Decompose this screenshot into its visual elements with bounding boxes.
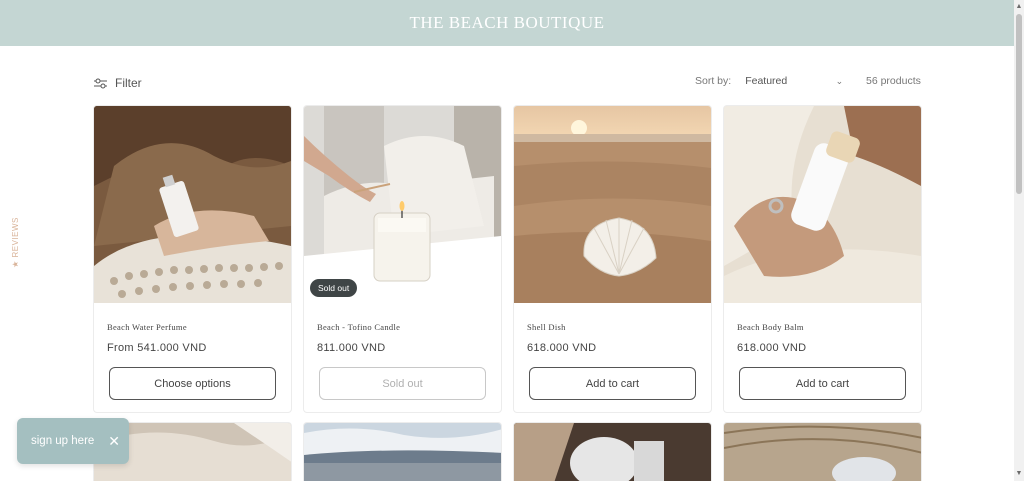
product-price: 618.000 VND: [527, 342, 597, 354]
product-name[interactable]: Shell Dish: [527, 322, 566, 332]
product-image-partial[interactable]: [514, 423, 712, 481]
choose-options-button[interactable]: Choose options: [109, 367, 276, 400]
product-card-partial[interactable]: [513, 422, 712, 481]
page-scrollbar[interactable]: ▲ ▼: [1014, 0, 1024, 481]
scroll-up-arrow-icon[interactable]: ▲: [1014, 2, 1024, 12]
product-card[interactable]: Sold out Beach - Tofino Candle 811.000 V…: [303, 105, 502, 413]
product-card-partial[interactable]: [723, 422, 922, 481]
add-to-cart-button[interactable]: Add to cart: [529, 367, 696, 400]
product-card[interactable]: Beach Body Balm 618.000 VND Add to cart: [723, 105, 922, 413]
add-to-cart-button[interactable]: Add to cart: [739, 367, 906, 400]
product-count: 56 products: [866, 75, 921, 87]
product-image-perfume[interactable]: [94, 106, 291, 303]
close-icon[interactable]: ✕: [108, 434, 120, 448]
sort-control: Sort by: Featured ⌄: [695, 75, 843, 87]
product-card[interactable]: Shell Dish 618.000 VND Add to cart: [513, 105, 712, 413]
sort-value: Featured: [745, 75, 788, 87]
product-card[interactable]: Beach Water Perfume From 541.000 VND Cho…: [93, 105, 292, 413]
product-image-shell-dish[interactable]: [514, 106, 711, 303]
filter-label: Filter: [115, 76, 142, 90]
product-name[interactable]: Beach Body Balm: [737, 322, 804, 332]
product-image-partial[interactable]: [304, 423, 502, 481]
store-title[interactable]: THE BEACH BOUTIQUE: [409, 13, 604, 33]
signup-popup-button[interactable]: sign up here ✕: [17, 418, 129, 464]
product-price: From 541.000 VND: [107, 342, 207, 354]
product-name[interactable]: Beach - Tofino Candle: [317, 322, 400, 332]
product-image-partial[interactable]: [724, 423, 922, 481]
reviews-tab-label: ★ REVIEWS: [10, 216, 20, 268]
product-name[interactable]: Beach Water Perfume: [107, 322, 187, 332]
sliders-icon: [94, 78, 107, 88]
sold-out-badge: Sold out: [310, 279, 358, 297]
filter-button[interactable]: Filter: [94, 76, 142, 90]
sort-label: Sort by:: [695, 75, 732, 87]
reviews-side-tab[interactable]: ★ REVIEWS: [5, 212, 25, 272]
product-image-candle[interactable]: [304, 106, 501, 303]
product-price: 618.000 VND: [737, 342, 807, 354]
product-card-partial[interactable]: [303, 422, 502, 481]
signup-label[interactable]: sign up here: [31, 435, 94, 447]
chevron-down-icon: ⌄: [835, 75, 844, 86]
scroll-down-arrow-icon[interactable]: ▼: [1014, 469, 1024, 479]
sort-select[interactable]: Featured ⌄: [745, 75, 843, 87]
store-header: THE BEACH BOUTIQUE: [0, 0, 1014, 46]
product-price: 811.000 VND: [317, 342, 386, 354]
sold-out-button[interactable]: Sold out: [319, 367, 486, 400]
product-image-body-balm[interactable]: [724, 106, 921, 303]
scrollbar-thumb[interactable]: [1016, 14, 1022, 194]
